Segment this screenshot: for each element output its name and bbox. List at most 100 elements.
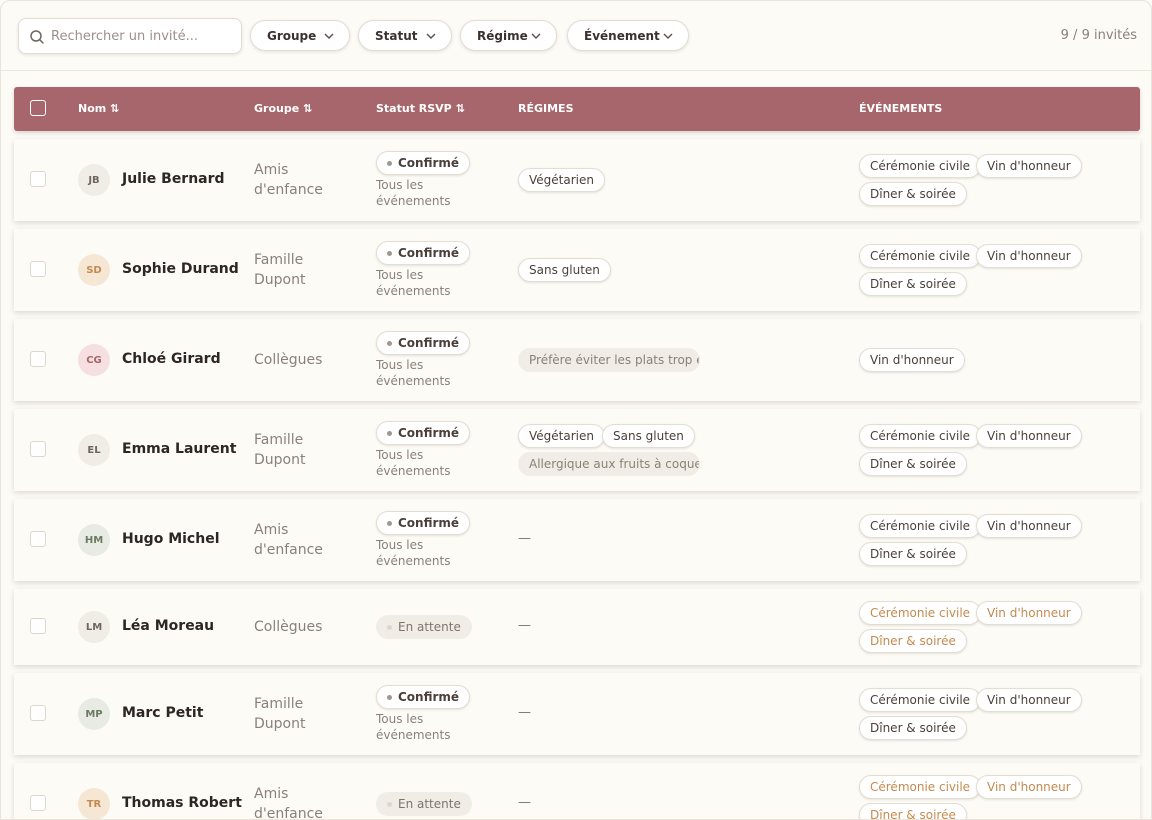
toolbar: Groupe Statut Régime Événement 9 / 9 inv… [1, 1, 1151, 71]
column-diets-header: RÉGIMES [518, 102, 574, 115]
row-checkbox[interactable] [30, 351, 46, 367]
guest-group-line: Famille [254, 432, 304, 448]
guest-name[interactable]: Sophie Durand [122, 261, 239, 277]
sort-status-header[interactable]: Statut RSVP ⇅ [376, 102, 465, 115]
status-detail-line: Tous les [376, 268, 424, 282]
event-chip: Dîner & soirée [859, 452, 967, 476]
status-dot-icon [387, 694, 392, 700]
filter-status-label: Statut [375, 28, 418, 43]
guest-group-line: d'enfance [254, 542, 323, 558]
diet-note-chip: Allergique aux fruits à coque (é [518, 452, 700, 476]
avatar: TR [78, 788, 110, 819]
diet-chip: Sans gluten [602, 424, 695, 448]
event-chip: Cérémonie civile [859, 244, 982, 268]
status-badge: Confirmé [376, 511, 471, 535]
status-detail: Tous les événements [376, 447, 476, 479]
row-checkbox[interactable] [30, 705, 46, 721]
event-chip: Cérémonie civile [859, 775, 982, 799]
status-detail-line: Tous les [376, 178, 424, 192]
row-checkbox[interactable] [30, 441, 46, 457]
row-checkbox[interactable] [30, 531, 46, 547]
table-row: TR Thomas Robert Amis d'enfance En attente — C… [14, 763, 1140, 820]
event-chip: Cérémonie civile [859, 424, 982, 448]
guest-group-line: d'enfance [254, 182, 323, 198]
chevron-down-icon [663, 33, 673, 39]
guest-group: Famille Dupont [254, 694, 364, 734]
guest-name[interactable]: Hugo Michel [122, 531, 220, 547]
guest-group: Famille Dupont [254, 430, 364, 470]
column-events-label: ÉVÉNEMENTS [859, 102, 943, 115]
status-detail: Tous les événements [376, 267, 476, 299]
event-chip: Vin d'honneur [976, 775, 1082, 799]
status-badge: En attente [376, 615, 472, 639]
status-label: Confirmé [398, 426, 460, 440]
status-detail: Tous les événements [376, 711, 476, 743]
table-row: MP Marc Petit Famille Dupont Tous les événeme… [14, 673, 1140, 755]
event-chip: Cérémonie civile [859, 601, 982, 625]
event-chip: Cérémonie civile [859, 514, 982, 538]
search-box[interactable] [18, 18, 242, 54]
filter-group-label: Groupe [267, 28, 317, 43]
guest-name[interactable]: Léa Moreau [122, 618, 214, 634]
status-badge: Confirmé [376, 421, 471, 445]
select-all-checkbox[interactable] [30, 100, 46, 116]
guest-group-line: Dupont [254, 452, 306, 468]
status-dot-icon [387, 160, 392, 166]
guest-name[interactable]: Emma Laurent [122, 441, 236, 457]
row-checkbox[interactable] [30, 261, 46, 277]
filter-status-button[interactable]: Statut [358, 20, 452, 51]
status-detail-line: Tous les [376, 538, 424, 552]
avatar: LM [78, 611, 110, 643]
guest-name[interactable]: Marc Petit [122, 705, 203, 721]
search-input[interactable] [51, 19, 236, 53]
column-name-label: Nom ⇅ [78, 102, 120, 115]
guest-counter: 9 / 9 invités [1060, 28, 1137, 43]
guest-name[interactable]: Chloé Girard [122, 351, 221, 367]
row-checkbox[interactable] [30, 618, 46, 634]
guest-name[interactable]: Julie Bernard [122, 171, 225, 187]
filter-group-button[interactable]: Groupe [250, 20, 350, 51]
chevron-down-icon [324, 33, 334, 39]
diet-chip: Végétarien [518, 424, 605, 448]
avatar: SD [78, 254, 110, 286]
event-chip: Dîner & soirée [859, 629, 967, 653]
avatar: HM [78, 524, 110, 556]
table-row: LM Léa Moreau Collègues En attente — Cérémoni… [14, 589, 1140, 665]
avatar: EL [78, 434, 110, 466]
status-dot-icon [387, 430, 392, 436]
sort-name-header[interactable]: Nom ⇅ [78, 102, 119, 115]
table-row: JB Julie Bernard Amis d'enfance Tous les évén… [14, 139, 1140, 221]
filter-event-button[interactable]: Événement [567, 20, 689, 51]
filter-event-label: Événement [584, 28, 660, 43]
guest-group: Collègues [254, 350, 364, 370]
diet-note-chip: Préfère éviter les plats trop épi [518, 348, 700, 372]
no-diet-placeholder: — [518, 618, 531, 633]
diet-chip: Végétarien [518, 168, 605, 192]
status-dot-icon [387, 624, 392, 630]
event-chip: Dîner & soirée [859, 803, 967, 819]
row-checkbox[interactable] [30, 171, 46, 187]
event-chip: Vin d'honneur [976, 424, 1082, 448]
status-detail-line: Tous les [376, 712, 424, 726]
guest-group-line: d'enfance [254, 806, 323, 820]
table-header: Nom ⇅ Groupe ⇅ Statut RSVP ⇅ RÉGIMES ÉVÉ… [14, 87, 1140, 131]
guest-name[interactable]: Thomas Robert [122, 795, 242, 811]
column-status-label: Statut RSVP ⇅ [376, 102, 465, 115]
event-chip: Vin d'honneur [976, 601, 1082, 625]
column-events-header: ÉVÉNEMENTS [859, 102, 942, 115]
status-detail-line: Tous les [376, 448, 424, 462]
status-detail-line: événements [376, 284, 451, 298]
status-detail-line: événements [376, 728, 451, 742]
guest-group-line: Amis [254, 786, 289, 802]
status-badge: Confirmé [376, 685, 471, 709]
avatar: MP [78, 698, 110, 730]
status-dot-icon [387, 801, 392, 807]
row-checkbox[interactable] [30, 795, 46, 811]
event-chip: Vin d'honneur [859, 348, 965, 372]
search-icon [30, 30, 44, 44]
filter-diet-button[interactable]: Régime [460, 20, 557, 51]
table-row: HM Hugo Michel Amis d'enfance Tous les événem… [14, 499, 1140, 581]
filter-diet-label: Régime [477, 28, 528, 43]
status-dot-icon [387, 250, 392, 256]
sort-group-header[interactable]: Groupe ⇅ [254, 102, 312, 115]
